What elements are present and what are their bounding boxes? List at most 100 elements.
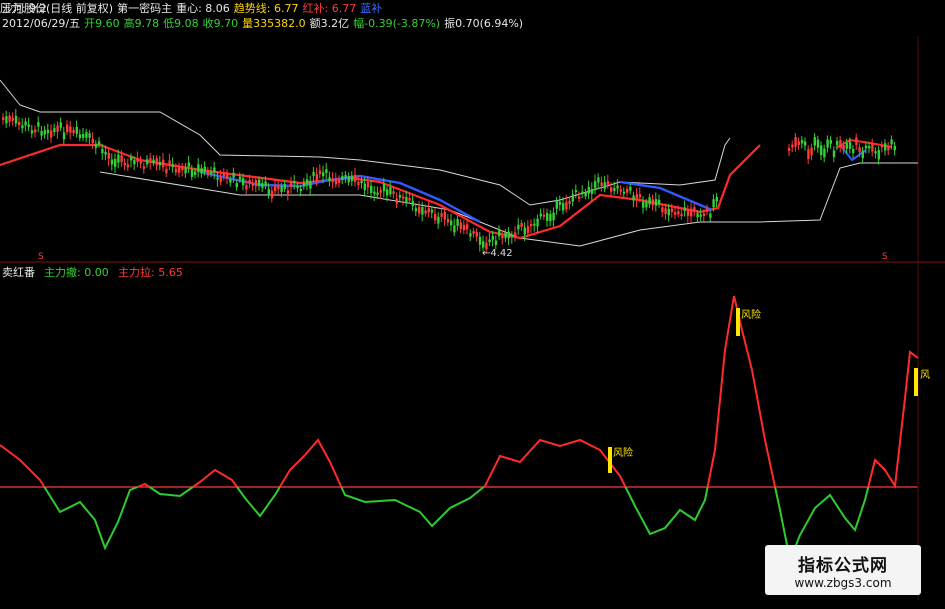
candle-body [69, 126, 72, 133]
candle-body [389, 187, 392, 195]
candle-body [507, 231, 510, 239]
candle-body [571, 194, 574, 202]
candle-body [318, 170, 322, 175]
candle-body [344, 175, 347, 179]
candle-body [702, 213, 706, 217]
candle-body [59, 122, 62, 128]
candle-body [568, 200, 571, 205]
candle-body [18, 121, 21, 126]
candle-body [190, 169, 194, 177]
candle-body [232, 172, 235, 178]
candle-body [845, 142, 848, 149]
candle-body [411, 200, 414, 207]
candle-body [398, 195, 402, 198]
s-marker-left: S [38, 252, 44, 262]
candle-body [430, 209, 434, 213]
watermark-title: 指标公式网 [798, 556, 888, 576]
candle-body [66, 124, 69, 132]
candle-body [884, 143, 887, 151]
candle-body [203, 166, 206, 172]
candle-body [664, 208, 667, 214]
candle-body [494, 240, 498, 245]
candle-body [558, 201, 562, 205]
candle-body [261, 183, 264, 188]
candle-body [82, 134, 85, 138]
candle-body [382, 184, 386, 192]
candle-body [78, 134, 82, 139]
candle-body [56, 125, 59, 132]
candle-body [174, 168, 178, 173]
candle-body [21, 125, 24, 129]
candle-body [629, 186, 632, 191]
candle-body [450, 220, 453, 226]
candle-body [72, 129, 75, 133]
candle-body [632, 195, 635, 201]
oscillator-red-segment [0, 444, 46, 488]
candle-body [414, 208, 418, 212]
candle-body [890, 139, 893, 145]
candle-body [635, 194, 638, 201]
candle-body [626, 188, 629, 193]
indicator-panel-name: 卖红番 [2, 266, 35, 279]
candle-body [491, 235, 494, 240]
candle-body [549, 214, 552, 222]
candle-body [213, 167, 216, 173]
candle-body [62, 132, 66, 140]
candle-body [715, 197, 718, 202]
candle-body [162, 159, 165, 168]
candle-body [807, 149, 810, 160]
candle-body [709, 213, 712, 218]
candle-body [514, 232, 517, 237]
candle-body [501, 235, 504, 239]
candle-body [526, 226, 530, 234]
main-dump-value: 主力撤: 0.00 [44, 265, 109, 279]
oscillator-red-segment [278, 438, 343, 488]
chart-canvas[interactable]: ←4.42 S S 卖红番 主力撤: 0.00 主力拉: 5.65 风险 风险 … [0, 0, 945, 609]
candle-body [826, 139, 829, 148]
candle-body [312, 171, 315, 176]
candle-body [277, 186, 280, 190]
candle-body [421, 207, 424, 215]
candle-body [334, 178, 338, 185]
candle-body [370, 185, 373, 193]
candle-body [5, 116, 8, 124]
candle-body [11, 117, 14, 121]
risk-marker-1 [608, 447, 612, 473]
candle-body [622, 191, 626, 194]
candle-body [858, 147, 861, 153]
candle-body [30, 130, 34, 134]
candle-body [328, 177, 331, 182]
candle-body [864, 145, 868, 149]
candle-body [216, 177, 219, 180]
candle-body [85, 132, 88, 138]
candle-body [258, 179, 261, 187]
candle-body [290, 181, 293, 187]
candle-body [242, 178, 245, 186]
candle-body [37, 122, 40, 127]
candle-body [350, 175, 354, 182]
candle-body [171, 164, 174, 168]
candle-body [542, 214, 546, 217]
candle-body [600, 182, 603, 186]
candle-body [206, 170, 210, 176]
risk-marker-2 [736, 308, 740, 336]
oscillator-red-segment [192, 468, 238, 488]
candle-body [871, 142, 874, 152]
candle-body [181, 167, 184, 171]
candle-body [200, 168, 203, 173]
candle-body [222, 173, 226, 177]
candle-body [248, 179, 251, 184]
candle-body [146, 159, 149, 165]
candle-body [874, 151, 877, 154]
candle-body [680, 213, 683, 217]
candle-body [619, 189, 622, 192]
candle-body [880, 145, 884, 148]
candle-body [117, 154, 120, 163]
candle-body [149, 158, 152, 163]
candle-body [861, 150, 864, 159]
candle-body [594, 181, 597, 189]
candle-body [158, 161, 162, 166]
candle-body [155, 158, 158, 166]
candle-body [347, 176, 350, 183]
candle-body [283, 183, 286, 190]
